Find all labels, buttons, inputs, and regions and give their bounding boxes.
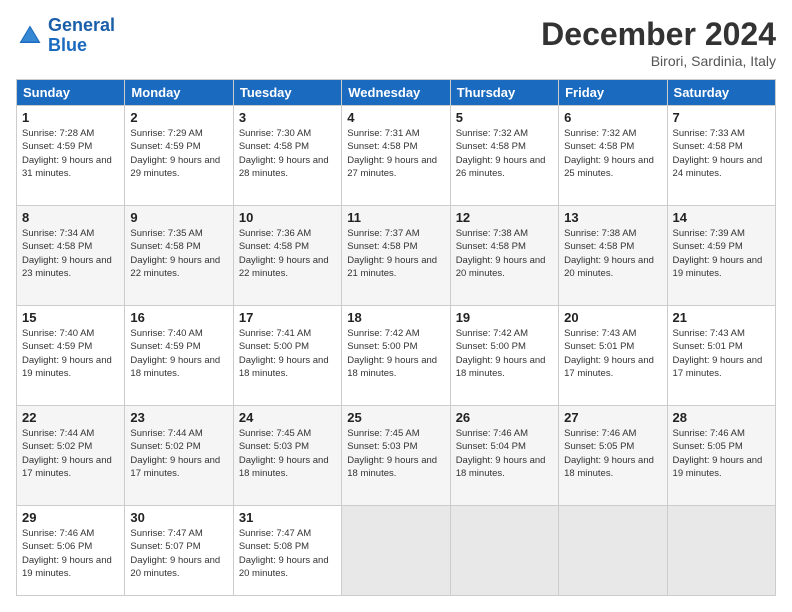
table-row: 19 Sunrise: 7:42 AMSunset: 5:00 PMDaylig… — [450, 306, 558, 406]
table-row: 30 Sunrise: 7:47 AMSunset: 5:07 PMDaylig… — [125, 506, 233, 596]
table-row: 17 Sunrise: 7:41 AMSunset: 5:00 PMDaylig… — [233, 306, 341, 406]
table-row: 25 Sunrise: 7:45 AMSunset: 5:03 PMDaylig… — [342, 406, 450, 506]
header: General Blue December 2024 Birori, Sardi… — [16, 16, 776, 69]
table-row: 7 Sunrise: 7:33 AMSunset: 4:58 PMDayligh… — [667, 106, 775, 206]
table-row: 24 Sunrise: 7:45 AMSunset: 5:03 PMDaylig… — [233, 406, 341, 506]
logo-text: General Blue — [48, 16, 115, 56]
location: Birori, Sardinia, Italy — [541, 53, 776, 69]
col-sunday: Sunday — [17, 80, 125, 106]
calendar: Sunday Monday Tuesday Wednesday Thursday… — [16, 79, 776, 596]
table-row: 10 Sunrise: 7:36 AMSunset: 4:58 PMDaylig… — [233, 206, 341, 306]
table-row: 2 Sunrise: 7:29 AMSunset: 4:59 PMDayligh… — [125, 106, 233, 206]
logo-general: General — [48, 15, 115, 35]
table-row: 16 Sunrise: 7:40 AMSunset: 4:59 PMDaylig… — [125, 306, 233, 406]
table-row: 1 Sunrise: 7:28 AMSunset: 4:59 PMDayligh… — [17, 106, 125, 206]
table-row: 8 Sunrise: 7:34 AMSunset: 4:58 PMDayligh… — [17, 206, 125, 306]
table-row: 14 Sunrise: 7:39 AMSunset: 4:59 PMDaylig… — [667, 206, 775, 306]
table-row: 5 Sunrise: 7:32 AMSunset: 4:58 PMDayligh… — [450, 106, 558, 206]
empty-cell — [450, 506, 558, 596]
logo: General Blue — [16, 16, 115, 56]
table-row: 15 Sunrise: 7:40 AMSunset: 4:59 PMDaylig… — [17, 306, 125, 406]
table-row: 23 Sunrise: 7:44 AMSunset: 5:02 PMDaylig… — [125, 406, 233, 506]
table-row: 26 Sunrise: 7:46 AMSunset: 5:04 PMDaylig… — [450, 406, 558, 506]
empty-cell — [342, 506, 450, 596]
table-row: 22 Sunrise: 7:44 AMSunset: 5:02 PMDaylig… — [17, 406, 125, 506]
table-row: 21 Sunrise: 7:43 AMSunset: 5:01 PMDaylig… — [667, 306, 775, 406]
month-title: December 2024 — [541, 16, 776, 53]
page: General Blue December 2024 Birori, Sardi… — [0, 0, 792, 612]
table-row: 20 Sunrise: 7:43 AMSunset: 5:01 PMDaylig… — [559, 306, 667, 406]
table-row: 6 Sunrise: 7:32 AMSunset: 4:58 PMDayligh… — [559, 106, 667, 206]
col-monday: Monday — [125, 80, 233, 106]
header-row: Sunday Monday Tuesday Wednesday Thursday… — [17, 80, 776, 106]
table-row: 13 Sunrise: 7:38 AMSunset: 4:58 PMDaylig… — [559, 206, 667, 306]
table-row: 3 Sunrise: 7:30 AMSunset: 4:58 PMDayligh… — [233, 106, 341, 206]
table-row: 28 Sunrise: 7:46 AMSunset: 5:05 PMDaylig… — [667, 406, 775, 506]
empty-cell — [667, 506, 775, 596]
col-thursday: Thursday — [450, 80, 558, 106]
table-row: 29 Sunrise: 7:46 AMSunset: 5:06 PMDaylig… — [17, 506, 125, 596]
col-wednesday: Wednesday — [342, 80, 450, 106]
table-row: 4 Sunrise: 7:31 AMSunset: 4:58 PMDayligh… — [342, 106, 450, 206]
table-row: 27 Sunrise: 7:46 AMSunset: 5:05 PMDaylig… — [559, 406, 667, 506]
empty-cell — [559, 506, 667, 596]
table-row: 18 Sunrise: 7:42 AMSunset: 5:00 PMDaylig… — [342, 306, 450, 406]
title-block: December 2024 Birori, Sardinia, Italy — [541, 16, 776, 69]
table-row: 12 Sunrise: 7:38 AMSunset: 4:58 PMDaylig… — [450, 206, 558, 306]
table-row: 31 Sunrise: 7:47 AMSunset: 5:08 PMDaylig… — [233, 506, 341, 596]
logo-icon — [16, 22, 44, 50]
table-row: 9 Sunrise: 7:35 AMSunset: 4:58 PMDayligh… — [125, 206, 233, 306]
table-row: 11 Sunrise: 7:37 AMSunset: 4:58 PMDaylig… — [342, 206, 450, 306]
col-tuesday: Tuesday — [233, 80, 341, 106]
logo-blue: Blue — [48, 35, 87, 55]
col-friday: Friday — [559, 80, 667, 106]
col-saturday: Saturday — [667, 80, 775, 106]
